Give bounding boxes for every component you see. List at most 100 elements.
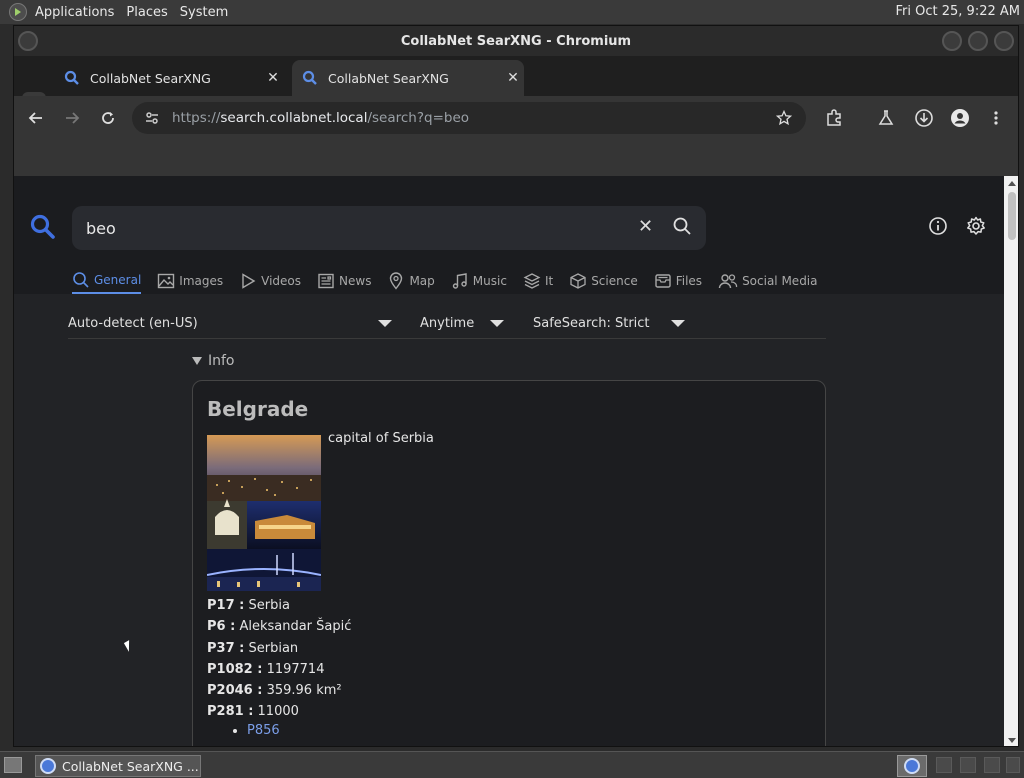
back-arrow-icon[interactable] (24, 106, 48, 130)
workspace-switcher-3[interactable] (984, 757, 1000, 773)
category-label: Files (675, 274, 703, 288)
category-science[interactable]: Science (569, 268, 638, 294)
safesearch-select[interactable]: SafeSearch: Strict (533, 313, 703, 333)
category-label: News (339, 274, 372, 288)
search-submit-icon[interactable] (672, 216, 692, 236)
more-menu-icon[interactable] (984, 106, 1008, 130)
tab-favicon-search-icon (64, 70, 79, 85)
clear-search-icon[interactable]: ✕ (638, 216, 653, 237)
category-videos[interactable]: Videos (239, 268, 301, 294)
category-label: Map (409, 274, 435, 288)
category-label: Images (179, 274, 224, 288)
infobox-link-item: P856 (247, 723, 280, 738)
category-news[interactable]: News (317, 268, 371, 294)
layers-icon (523, 273, 541, 289)
profile-avatar-icon[interactable] (948, 106, 972, 130)
workspace-switcher-2[interactable] (960, 757, 976, 773)
tab-collabnet-searxng-2[interactable]: CollabNet SearXNG ✕ (292, 60, 524, 96)
people-icon (718, 274, 738, 289)
places-menu[interactable]: Places (120, 5, 173, 20)
newspaper-icon (318, 273, 334, 289)
category-it[interactable]: It (523, 268, 553, 294)
safesearch-select-value: SafeSearch: Strict (533, 315, 650, 331)
scrollbar-thumb[interactable] (1008, 192, 1016, 240)
address-bar[interactable]: https://search.collabnet.local/search?q=… (132, 102, 806, 134)
bookmarks-bar (14, 140, 1018, 176)
triangle-down-icon (192, 357, 202, 365)
infobox-attribute: P37 : Serbian (207, 640, 299, 656)
extensions-puzzle-icon[interactable] (822, 106, 846, 130)
category-images[interactable]: Images (157, 268, 223, 294)
infobox-image[interactable] (207, 435, 321, 591)
show-desktop-icon[interactable] (4, 757, 22, 773)
image-icon (158, 273, 175, 289)
search-icon (73, 272, 89, 288)
page-scrollbar[interactable] (1004, 176, 1018, 746)
download-icon[interactable] (912, 106, 936, 130)
gear-icon[interactable] (966, 216, 986, 236)
infobox-attribute: P6 : Aleksandar Šapić (207, 619, 352, 635)
labs-flask-icon[interactable] (874, 106, 898, 130)
info-circle-icon[interactable] (928, 216, 948, 236)
system-menu[interactable]: System (174, 5, 234, 20)
maximize-button[interactable] (968, 31, 988, 51)
search-input[interactable] (86, 218, 606, 238)
window-title: CollabNet SearXNG - Chromium (400, 33, 632, 49)
forward-arrow-icon[interactable] (60, 106, 84, 130)
music-icon (452, 273, 467, 289)
scroll-down-arrow-icon[interactable] (1008, 738, 1016, 743)
workspace-chromium-icon[interactable] (897, 755, 927, 777)
site-info-icon[interactable] (144, 110, 160, 126)
infobox-attribute: P17 : Serbia (207, 598, 290, 613)
category-label: Videos (261, 274, 302, 288)
bookmark-star-icon[interactable] (776, 110, 792, 126)
category-music[interactable]: Music (451, 268, 507, 294)
infobox-toggle[interactable]: Info (192, 353, 235, 369)
infobox-toggle-label: Info (208, 353, 235, 369)
close-window-button[interactable] (994, 31, 1014, 51)
category-tabs: General Images Videos News Map Music It … (72, 268, 834, 294)
browser-window: CollabNet SearXNG - Chromium CollabNet S… (13, 25, 1019, 747)
infobox-attributes: P17 : Serbia P6 : Aleksandar Šapić P37 :… (207, 595, 351, 723)
play-icon (242, 273, 256, 289)
window-menu-button[interactable] (18, 31, 38, 51)
chromium-icon (40, 758, 56, 774)
tab-close-icon[interactable]: ✕ (262, 70, 284, 86)
tab-close-icon[interactable]: ✕ (502, 70, 524, 86)
panel-clock[interactable]: Fri Oct 25, 9:22 AM (896, 4, 1020, 19)
category-files[interactable]: Files (654, 268, 702, 294)
category-social-media[interactable]: Social Media (718, 268, 818, 294)
category-map[interactable]: Map (387, 268, 435, 294)
time-range-select[interactable]: Anytime (420, 313, 520, 333)
scroll-up-arrow-icon[interactable] (1008, 181, 1016, 186)
tab-strip: CollabNet SearXNG ✕ CollabNet SearXNG ✕ … (14, 56, 1018, 118)
taskbar-window-button[interactable]: CollabNet SearXNG ... (35, 755, 201, 777)
applications-menu[interactable]: Applications (29, 5, 120, 20)
searxng-header: ✕ General Images Videos (14, 176, 1004, 294)
language-select[interactable]: Auto-detect (en-US) (68, 313, 408, 333)
infobox-attribute: P1082 : 1197714 (207, 661, 325, 677)
chevron-down-icon (378, 319, 392, 327)
workspace-switcher-1[interactable] (936, 757, 952, 773)
distro-logo-icon[interactable] (9, 3, 27, 21)
infobox-title: Belgrade (207, 397, 309, 421)
taskbar: CollabNet SearXNG ... (0, 751, 1024, 778)
infobox: Belgrade capital of Serbia P17: Serbia … (192, 380, 826, 746)
category-general[interactable]: General (72, 268, 142, 294)
tab-collabnet-searxng-1[interactable]: CollabNet SearXNG ✕ (54, 60, 284, 96)
window-titlebar[interactable]: CollabNet SearXNG - Chromium (14, 26, 1018, 56)
archive-icon (655, 274, 671, 288)
minimize-button[interactable] (942, 31, 962, 51)
searxng-logo-icon[interactable] (30, 214, 56, 240)
chevron-down-icon (671, 319, 685, 327)
infobox-links: P856 (247, 723, 280, 738)
workspace-switcher-4[interactable] (1006, 757, 1020, 773)
taskbar-window-label: CollabNet SearXNG ... (62, 758, 199, 774)
category-label: Music (472, 274, 507, 288)
reload-icon[interactable] (96, 106, 120, 130)
infobox-link[interactable]: P856 (247, 723, 280, 738)
chevron-down-icon (490, 319, 504, 327)
search-box: ✕ (72, 206, 706, 250)
cube-icon (570, 273, 586, 289)
language-select-value: Auto-detect (en-US) (68, 315, 198, 331)
